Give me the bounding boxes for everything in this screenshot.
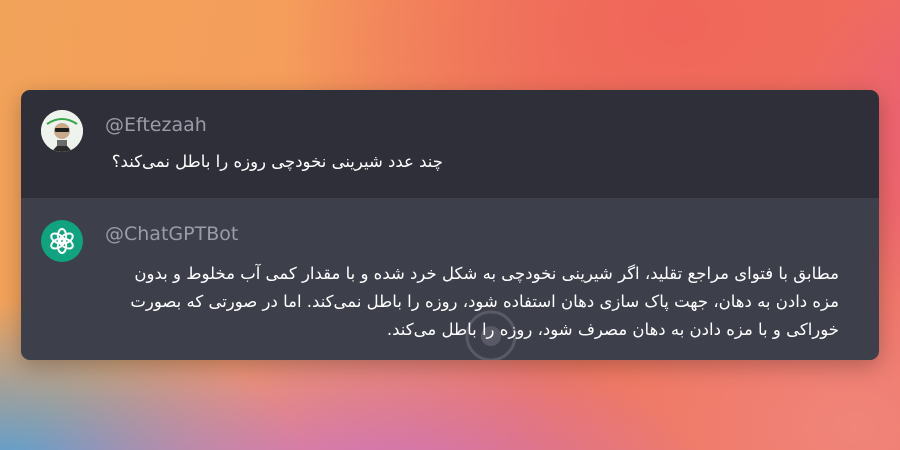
user-avatar[interactable] [41, 110, 83, 152]
answer-author[interactable]: @ChatGPTBot [105, 223, 238, 245]
chat-card: @Eftezaah چند عدد شیرینی نخودچی روزه را … [21, 90, 879, 360]
openai-logo-icon [50, 228, 74, 254]
question-message [21, 90, 879, 198]
watermark-logo [465, 310, 517, 360]
question-author[interactable]: @Eftezaah [105, 114, 207, 136]
bot-avatar[interactable] [41, 220, 83, 262]
user-avatar-photo [41, 110, 83, 152]
question-text: چند عدد شیرینی نخودچی روزه را باطل نمی‌ک… [111, 152, 443, 171]
